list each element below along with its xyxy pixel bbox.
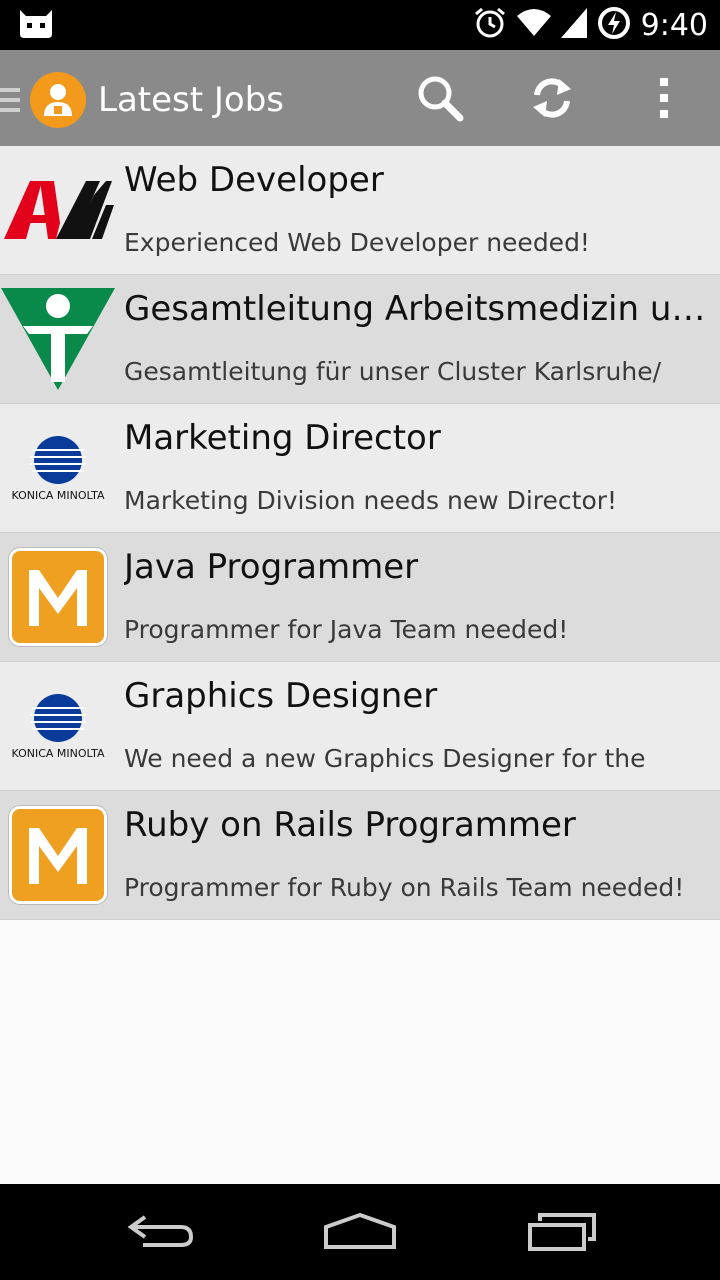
company-logo-arbeitsmedizin: [0, 275, 116, 403]
battery-charging-icon: [597, 6, 631, 44]
back-icon: [125, 1211, 195, 1255]
company-logo-konica-minolta: KONICA MINOLTA: [0, 662, 116, 790]
job-title: Web Developer: [124, 160, 384, 200]
job-title: Graphics Designer: [124, 676, 438, 716]
action-bar: Latest Jobs: [0, 50, 720, 146]
job-description: Marketing Division needs new Director!: [124, 486, 618, 515]
job-list-item[interactable]: Ruby on Rails Programmer Programmer for …: [0, 791, 720, 920]
recent-apps-icon: [526, 1211, 598, 1255]
recent-apps-button[interactable]: [522, 1208, 602, 1258]
job-list-item[interactable]: Gesamtleitung Arbeitsmedizin und... Gesa…: [0, 275, 720, 404]
home-icon: [322, 1211, 398, 1255]
job-list-item[interactable]: Java Programmer Programmer for Java Team…: [0, 533, 720, 662]
job-list-item[interactable]: KONICA MINOLTA Graphics Designer We need…: [0, 662, 720, 791]
refresh-icon: [527, 73, 577, 127]
job-title: Marketing Director: [124, 418, 441, 458]
company-logo-m: [0, 791, 116, 919]
job-list-item[interactable]: KONICA MINOLTA Marketing Director Market…: [0, 404, 720, 533]
company-logo-avm: [0, 146, 116, 274]
job-title: Gesamtleitung Arbeitsmedizin und...: [124, 289, 710, 329]
drawer-indicator-icon[interactable]: [0, 86, 22, 118]
page-title: Latest Jobs: [98, 80, 285, 120]
wifi-icon: [516, 8, 551, 42]
navigation-bar: [0, 1184, 720, 1280]
job-description: Experienced Web Developer needed!: [124, 228, 590, 257]
home-button[interactable]: [320, 1208, 400, 1258]
app-avatar-icon[interactable]: [30, 72, 86, 128]
job-list-item[interactable]: Web Developer Experienced Web Developer …: [0, 146, 720, 275]
job-description: Programmer for Java Team needed!: [124, 615, 569, 644]
overflow-menu-icon: [654, 76, 674, 124]
company-logo-m: [0, 533, 116, 661]
search-button[interactable]: [410, 72, 470, 128]
job-list: Web Developer Experienced Web Developer …: [0, 146, 720, 920]
clock: 9:40: [640, 7, 708, 43]
job-description: Gesamtleitung für unser Cluster Karlsruh…: [124, 357, 661, 386]
job-description: Programmer for Ruby on Rails Team needed…: [124, 873, 685, 902]
job-title: Ruby on Rails Programmer: [124, 805, 576, 845]
cyanogen-mascot-icon: [16, 8, 56, 44]
back-button[interactable]: [120, 1208, 200, 1258]
alarm-icon: [473, 6, 507, 44]
company-logo-text: KONICA MINOLTA: [11, 746, 105, 760]
overflow-menu-button[interactable]: [634, 72, 694, 128]
job-title: Java Programmer: [124, 547, 419, 587]
signal-icon: [560, 8, 587, 42]
refresh-button[interactable]: [522, 72, 582, 128]
job-description: We need a new Graphics Designer for the: [124, 744, 646, 773]
status-bar: 9:40: [0, 0, 720, 50]
company-logo-konica-minolta: KONICA MINOLTA: [0, 404, 116, 532]
company-logo-text: KONICA MINOLTA: [11, 488, 105, 502]
search-icon: [415, 73, 465, 127]
